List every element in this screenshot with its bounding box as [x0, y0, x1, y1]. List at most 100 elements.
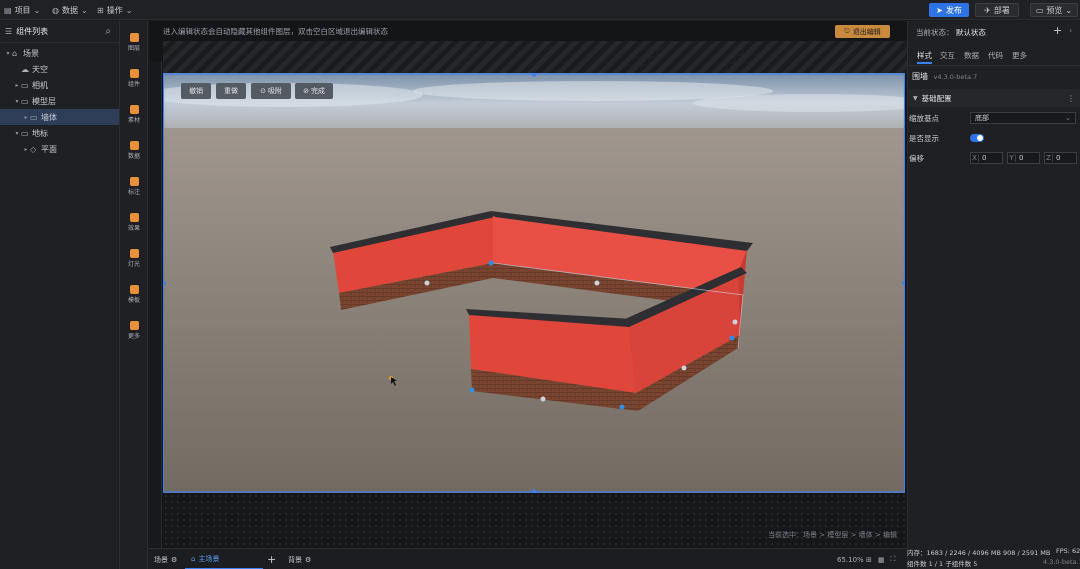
add-state-icon[interactable]: + — [1053, 24, 1062, 37]
expand-arrow-icon[interactable]: ▾ — [13, 98, 21, 105]
tree-item[interactable]: ▸ ▭ 相机 — [0, 77, 119, 93]
exit-icon: ⎋ — [844, 27, 850, 35]
chevron-right-icon[interactable]: › — [1069, 26, 1072, 35]
tree-item[interactable]: ☁ 天空 — [0, 61, 119, 77]
tool-icon — [129, 68, 139, 78]
tree-item[interactable]: ▾ ▭ 地标 — [0, 125, 119, 141]
add-tab-button[interactable]: + — [267, 549, 276, 569]
chevron-down-icon: ⌄ — [1065, 5, 1073, 15]
component-count: 组件数 1 / 1 子组件数 5 — [907, 560, 978, 568]
search-icon[interactable]: ⌕ — [105, 26, 111, 37]
offset-y-field[interactable]: Y0 — [1007, 152, 1040, 164]
tab-more[interactable]: 更多 — [1012, 50, 1027, 64]
rail-item[interactable]: 数据 — [120, 135, 148, 165]
rail-item-label: 灯光 — [127, 260, 140, 268]
hatch-border-top — [163, 41, 907, 73]
grid-icon: ⊞ — [97, 5, 104, 15]
chevron-down-icon: ⌄ — [125, 5, 133, 15]
tab-main-scene[interactable]: ⌂ 主场景 — [185, 549, 263, 569]
check-icon: ⊘ — [303, 87, 309, 95]
vertical-ruler — [149, 61, 162, 548]
publish-button[interactable]: ➤ 发布 — [929, 3, 969, 17]
folder-icon: ▭ — [21, 96, 29, 106]
rail-item-label: 标注 — [127, 188, 140, 196]
tool-icon — [129, 284, 139, 294]
tab-style[interactable]: 样式 — [917, 50, 932, 64]
breadcrumb: 当前选中：场景 > 模型层 > 墙体 > 编辑 — [768, 531, 897, 539]
rail-item[interactable]: 组件 — [120, 63, 148, 93]
rail-item[interactable]: 图层 — [120, 27, 148, 57]
rail-item[interactable]: 灯光 — [120, 243, 148, 273]
properties-panel: 当前状态： 默认状态 + › 样式 交互 数据 代码 更多 围墙 v4.3.0-… — [907, 21, 1080, 569]
expand-arrow-icon[interactable]: ▾ — [13, 130, 21, 137]
expand-arrow-icon[interactable]: ▸ — [13, 82, 21, 89]
tree-item[interactable]: ▾ ▭ 模型层 — [0, 93, 119, 109]
rail-item-label: 模板 — [127, 296, 140, 304]
tab-data[interactable]: 数据 — [964, 50, 979, 64]
tab-interaction[interactable]: 交互 — [940, 50, 955, 64]
fit-screen-icon[interactable]: ⊞ — [866, 556, 872, 564]
project-menu[interactable]: ▤ 项目 ⌄ — [4, 4, 40, 16]
rail-item[interactable]: 模板 — [120, 279, 148, 309]
expand-arrow-icon[interactable]: ▾ — [4, 50, 12, 57]
snap-button[interactable]: ⊙ 吸附 — [251, 83, 291, 99]
zoom-level[interactable]: 65.10% — [837, 549, 864, 569]
tab-background[interactable]: 背景 ⚙ — [288, 549, 311, 569]
rocket-icon: ✈ — [984, 5, 991, 15]
tree-item-label: 地标 — [32, 128, 48, 138]
visible-row: 是否显示 — [908, 130, 1080, 146]
expand-arrow-icon[interactable]: ▸ — [22, 146, 30, 153]
rail-item-label: 效果 — [127, 224, 140, 232]
finish-button[interactable]: ⊘ 完成 — [295, 83, 333, 99]
visible-toggle[interactable] — [970, 134, 984, 142]
offset-z-field[interactable]: Z0 — [1044, 152, 1077, 164]
section-header[interactable]: ▼ 基础配置 ⋮ — [908, 89, 1080, 107]
operation-menu[interactable]: ⊞ 操作 ⌄ — [97, 4, 132, 16]
version-label: 4.3.0-beta.10 — [1043, 558, 1080, 566]
fullscreen-icon[interactable]: ⛶ — [891, 555, 896, 564]
panel-header: ☰ 组件列表 ⌕ — [0, 21, 119, 43]
tool-icon — [129, 176, 139, 186]
tree-item[interactable]: ▸ ▭ 墙体 — [0, 109, 119, 125]
rail-item[interactable]: 标注 — [120, 171, 148, 201]
folder-icon: ▭ — [21, 128, 29, 138]
settings-icon: ⚙ — [171, 555, 178, 564]
scene-tabs-bar: 场景 ⚙ ⌂ 主场景 + 背景 ⚙ 65.10% ⊞ ▦ ⛶ — [149, 548, 907, 569]
exit-edit-button[interactable]: ⎋ 退出编辑 — [835, 25, 890, 38]
fps-readout: FPS: 62 — [1056, 547, 1080, 555]
divider — [908, 65, 1080, 66]
tab-code[interactable]: 代码 — [988, 50, 1003, 64]
component-tree-panel: ☰ 组件列表 ⌕ ▾ ⌂ 场景 ☁ 天空 ▸ ▭ 相机 ▾ ▭ 模型层 ▸ ▭ 墙体 ▾ ▭ 地标 ▸ ◇ 平面 — [0, 21, 120, 569]
tab-scene[interactable]: 场景 ⚙ — [154, 549, 177, 569]
scale-origin-select[interactable]: 底部 ⌄ — [970, 112, 1076, 124]
rail-item[interactable]: 素材 — [120, 99, 148, 129]
view-controls: ⊞ ▦ ⛶ — [866, 549, 895, 569]
chevron-down-icon: ⌄ — [1065, 114, 1071, 122]
tool-icon — [129, 140, 139, 150]
scale-origin-row: 缩放基点 底部 ⌄ — [908, 110, 1080, 126]
data-menu[interactable]: ◍ 数据 ⌄ — [52, 4, 88, 16]
ground-plane — [163, 128, 905, 493]
deploy-button[interactable]: ✈ 部署 — [975, 3, 1019, 17]
redo-button[interactable]: 重做 — [216, 83, 246, 99]
tree-item[interactable]: ▾ ⌂ 场景 — [0, 45, 119, 61]
tool-icon — [129, 320, 139, 330]
edit-hint: 进入编辑状态会自动隐藏其他组件图层，双击空白区域退出编辑状态 — [163, 26, 388, 36]
offset-x-field[interactable]: X0 — [970, 152, 1003, 164]
folder-icon: ▭ — [30, 112, 38, 122]
memory-readout: 内存：1683 / 2246 / 4096 MB 908 / 2591 MB — [907, 549, 1051, 557]
3d-viewport[interactable]: 撤销 重做 ⊙ 吸附 ⊘ 完成 — [163, 73, 905, 493]
more-vertical-icon[interactable]: ⋮ — [1067, 94, 1075, 103]
rail-item-label: 素材 — [127, 116, 140, 124]
caret-down-icon: ▼ — [913, 94, 918, 102]
plane-icon: ◇ — [30, 144, 37, 154]
rail-item-label: 图层 — [127, 44, 140, 52]
undo-button[interactable]: 撤销 — [181, 83, 211, 99]
tree-item-label: 天空 — [32, 64, 48, 74]
grid-view-icon[interactable]: ▦ — [878, 556, 885, 564]
expand-arrow-icon[interactable]: ▸ — [22, 114, 30, 121]
rail-item[interactable]: 更多 — [120, 315, 148, 345]
preview-button[interactable]: ▭ 预览 ⌄ — [1030, 3, 1078, 17]
tree-item[interactable]: ▸ ◇ 平面 — [0, 141, 119, 157]
rail-item[interactable]: 效果 — [120, 207, 148, 237]
